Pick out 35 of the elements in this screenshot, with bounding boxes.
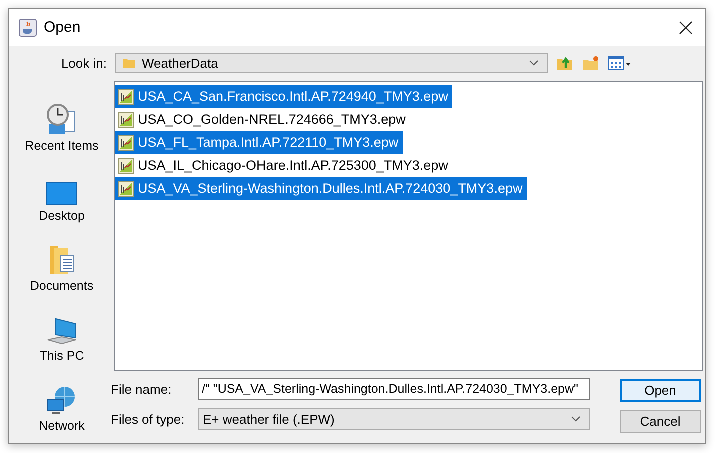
weather-file-icon [118,158,134,174]
computer-icon [46,318,78,346]
look-in-label: Look in: [60,56,107,70]
file-type-label: Files of type: [111,412,186,426]
file-item[interactable]: USA_FL_Tampa.Intl.AP.722110_TMY3.epw [115,131,403,154]
window-title: Open [44,19,82,36]
documents-folder-icon [49,244,75,276]
chevron-down-icon [571,416,581,422]
globe-computer-icon [46,386,78,416]
weather-file-icon [118,88,134,104]
places-item[interactable]: Network [18,367,106,437]
weather-file-icon [118,112,134,128]
look-in-dropdown[interactable]: WeatherData [115,53,548,73]
view-menu-icon[interactable] [608,55,632,71]
file-item[interactable]: USA_IL_Chicago-OHare.Intl.AP.725300_TMY3.epw [115,154,452,177]
file-item[interactable]: USA_CA_San.Francisco.Intl.AP.724940_TMY3.epw [115,85,452,108]
places-item[interactable]: Desktop [18,157,106,227]
coffee-cup-icon [19,18,37,36]
close-icon[interactable] [679,20,693,34]
weather-file-icon [118,180,134,196]
file-name-label: File name: [111,382,173,396]
places-item[interactable]: Documents [18,227,106,297]
places-item[interactable]: This PC [18,297,106,367]
weather-file-icon [118,134,134,150]
cancel-button[interactable]: Cancel [620,410,701,433]
open-button[interactable]: Open [620,379,701,402]
places-item[interactable]: Recent Items [18,87,106,157]
folder-icon [122,56,136,70]
new-folder-icon[interactable] [582,54,600,72]
file-item[interactable]: USA_CO_Golden-NREL.724666_TMY3.epw [115,108,410,131]
file-item[interactable]: USA_VA_Sterling-Washington.Dulles.Intl.AP.724030_TMY3.epw [115,177,527,200]
chevron-down-icon [529,60,539,66]
file-type-dropdown[interactable]: E+ weather file (.EPW) [198,408,590,430]
file-name-field[interactable]: /" "USA_VA_Sterling-Washington.Dulles.Intl.AP.724030_TMY3.epw" [198,378,590,400]
desktop-icon [46,182,78,206]
